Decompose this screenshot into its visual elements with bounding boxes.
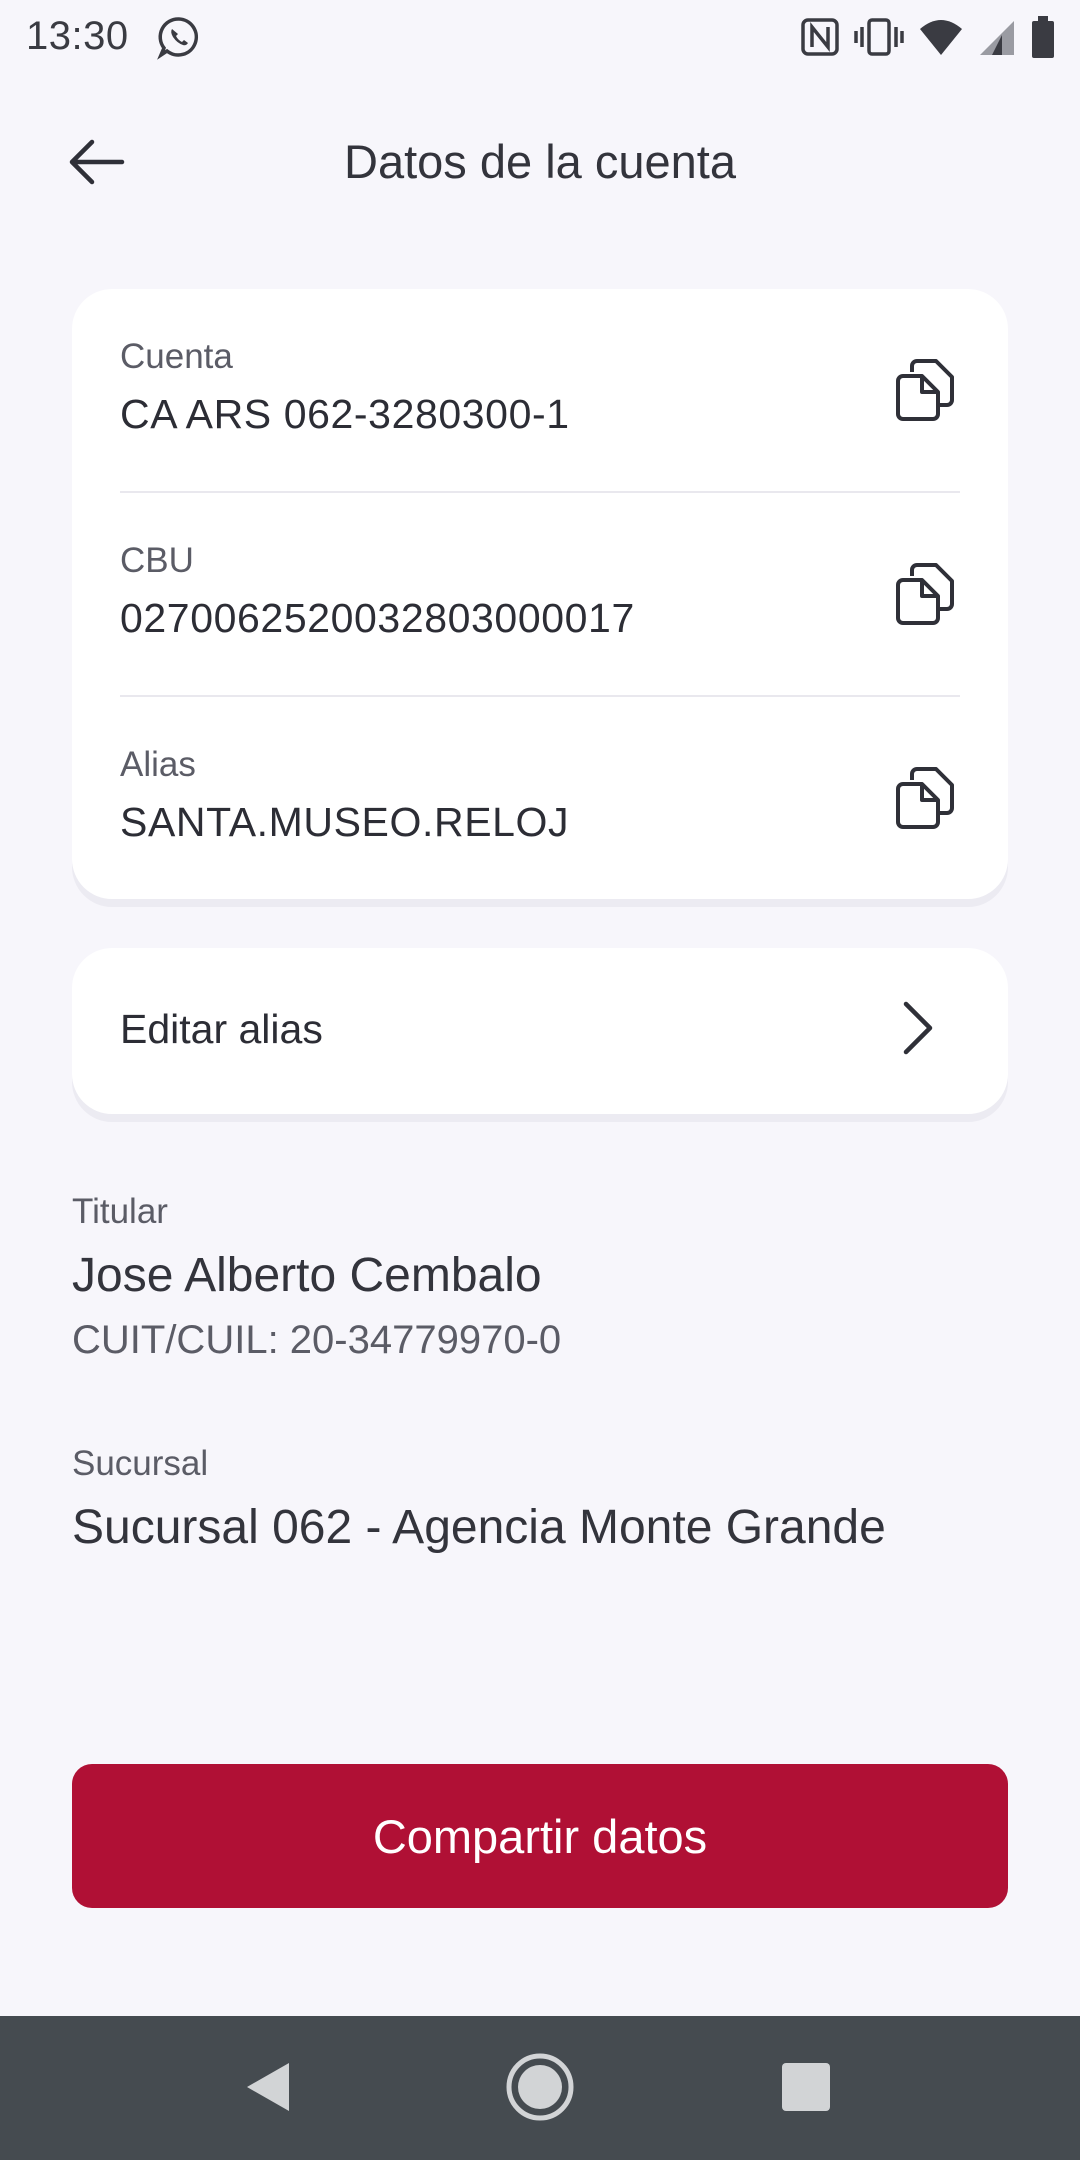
edit-alias-button[interactable]: Editar alias [72, 948, 1008, 1114]
alias-label: Alias [120, 745, 196, 784]
account-details-card: Cuenta CA ARS 062-3280300-1 CBU 02700625… [72, 289, 1008, 899]
edit-alias-label: Editar alias [120, 1006, 323, 1052]
home-circle-icon [506, 2053, 574, 2121]
branch-label: Sucursal [72, 1444, 209, 1483]
cbu-value: 0270062520032803000017 [120, 595, 635, 641]
share-data-button[interactable]: Compartir datos [72, 1764, 1008, 1908]
system-nav-bar [0, 2016, 1080, 2160]
nav-back-button[interactable] [224, 2042, 314, 2132]
branch-value: Sucursal 062 - Agencia Monte Grande [72, 1501, 886, 1554]
whatsapp-icon [156, 14, 202, 60]
account-label: Cuenta [120, 337, 233, 376]
account-row-cbu: CBU 0270062520032803000017 [120, 493, 960, 697]
alias-value: SANTA.MUSEO.RELOJ [120, 799, 570, 845]
status-bar: 13:30 [0, 0, 1080, 72]
holder-name: Jose Alberto Cembalo [72, 1249, 542, 1302]
copy-alias-button[interactable] [890, 763, 960, 833]
copy-cbu-button[interactable] [890, 559, 960, 629]
holder-label: Titular [72, 1192, 168, 1231]
battery-icon [1030, 15, 1056, 59]
recents-square-icon [782, 2063, 830, 2111]
nav-recents-button[interactable] [761, 2042, 851, 2132]
nfc-icon [800, 17, 840, 57]
back-triangle-icon [247, 2063, 289, 2111]
chevron-right-icon [903, 1001, 933, 1055]
signal-icon [978, 17, 1016, 57]
copy-icon [896, 563, 954, 625]
cbu-label: CBU [120, 541, 194, 580]
account-value: CA ARS 062-3280300-1 [120, 391, 570, 437]
status-time: 13:30 [26, 14, 129, 58]
holder-tax-id: CUIT/CUIL: 20-34779970-0 [72, 1318, 562, 1362]
vibrate-icon [854, 17, 904, 57]
page-title: Datos de la cuenta [344, 135, 736, 188]
nav-home-button[interactable] [495, 2042, 585, 2132]
copy-icon [896, 767, 954, 829]
header: Datos de la cuenta [0, 100, 1080, 220]
copy-icon [896, 359, 954, 421]
account-row-cuenta: Cuenta CA ARS 062-3280300-1 [120, 289, 960, 493]
copy-account-button[interactable] [890, 355, 960, 425]
wifi-icon [918, 17, 964, 57]
status-icons [800, 14, 1056, 60]
account-row-alias: Alias SANTA.MUSEO.RELOJ [120, 697, 960, 901]
